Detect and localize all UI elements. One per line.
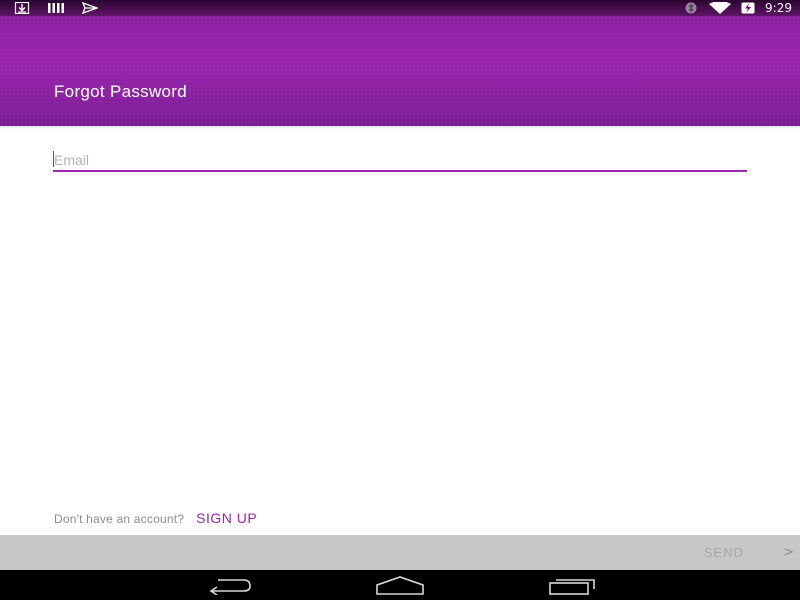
status-bar: 9:29 (0, 0, 800, 16)
email-underline (53, 170, 747, 172)
signup-link[interactable]: SIGN UP (196, 510, 257, 526)
recents-icon[interactable] (548, 575, 598, 595)
forgot-password-screen: 9:29 Forgot Password Don't have an accou… (0, 0, 800, 600)
status-right-icons: 9:29 (683, 0, 792, 16)
back-icon[interactable] (204, 575, 254, 595)
email-input[interactable] (53, 149, 748, 171)
wifi-icon (709, 2, 732, 14)
app-bar (0, 16, 800, 126)
app-bar-shadow (0, 126, 800, 129)
send-button[interactable]: SEND (704, 535, 744, 570)
status-time: 9:29 (765, 1, 792, 15)
signup-prompt: Don't have an account? (54, 512, 185, 526)
bars-icon (48, 2, 64, 14)
text-caret (53, 151, 54, 167)
download-icon (14, 2, 30, 14)
battery-charging-icon (741, 2, 755, 14)
bluetooth-icon (683, 2, 699, 14)
signup-row: Don't have an account? SIGN UP (54, 510, 257, 526)
home-icon[interactable] (375, 575, 425, 595)
page-title: Forgot Password (54, 82, 187, 101)
app-bar-texture (0, 16, 800, 126)
send-bar: SEND > (0, 535, 800, 570)
send-icon (82, 2, 98, 14)
navigation-bar (0, 570, 800, 600)
chevron-right-icon[interactable]: > (783, 535, 794, 570)
status-left-icons (14, 1, 98, 15)
email-field[interactable] (53, 145, 748, 173)
